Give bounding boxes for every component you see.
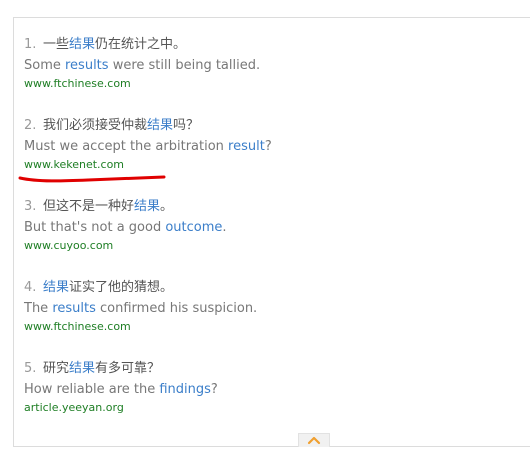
en-highlight-term[interactable]: results [65, 58, 109, 73]
en-text: But that's not a good [24, 220, 166, 235]
example-number: 1. [24, 37, 37, 52]
zh-highlight-term[interactable]: 结果 [43, 280, 69, 295]
example-sentences-panel: 1. 一些结果仍在统计之中。 Some results were still be… [13, 17, 530, 447]
zh-text: 证实了他的猜想。 [69, 280, 174, 295]
zh-text: 但这不是一种好 [43, 199, 135, 214]
en-text: ? [210, 382, 218, 397]
zh-text: 有多可靠？ [95, 361, 161, 376]
example-source-link[interactable]: www.ftchinese.com [24, 77, 131, 90]
zh-text: 。 [160, 199, 174, 214]
en-text: The [24, 301, 53, 316]
en-text: confirmed his suspicion. [95, 301, 258, 316]
example-number: 2. [24, 118, 37, 133]
example-english-sentence: The results confirmed his suspicion. [24, 297, 257, 316]
en-text: How reliable are the [24, 382, 160, 397]
red-underline-mark [18, 175, 166, 183]
example-chinese-sentence: 5. 研究结果有多可靠？ [24, 357, 160, 376]
zh-highlight-term[interactable]: 结果 [69, 37, 95, 52]
zh-highlight-term[interactable]: 结果 [147, 118, 173, 133]
zh-text: 我们必须接受仲裁 [43, 118, 148, 133]
zh-highlight-term[interactable]: 结果 [134, 199, 160, 214]
zh-text: 吗？ [173, 118, 200, 133]
example-number: 5. [24, 361, 37, 376]
en-highlight-term[interactable]: outcome [165, 220, 222, 235]
example-number: 4. [24, 280, 37, 295]
example-english-sentence: Must we accept the arbitration result? [24, 135, 272, 154]
en-text: were still being tallied. [108, 58, 261, 73]
example-source-link[interactable]: www.ftchinese.com [24, 320, 131, 333]
en-text: ? [264, 139, 272, 154]
en-highlight-term[interactable]: result [228, 139, 265, 154]
example-source-link[interactable]: article.yeeyan.org [24, 401, 124, 414]
example-number: 3. [24, 199, 37, 214]
en-highlight-term[interactable]: results [52, 301, 96, 316]
example-chinese-sentence: 4. 结果证实了他的猜想。 [24, 276, 173, 295]
zh-text: 一些 [43, 37, 70, 52]
example-english-sentence: How reliable are the findings? [24, 378, 218, 397]
clipped-header [0, 0, 530, 6]
en-highlight-term[interactable]: findings [159, 382, 211, 397]
example-chinese-sentence: 1. 一些结果仍在统计之中。 [24, 33, 186, 52]
example-english-sentence: Some results were still being tallied. [24, 54, 260, 73]
zh-text: 研究 [43, 361, 70, 376]
example-chinese-sentence: 2. 我们必须接受仲裁结果吗？ [24, 114, 199, 133]
example-source-link[interactable]: www.cuyoo.com [24, 239, 113, 252]
chevron-up-icon [307, 436, 321, 445]
zh-highlight-term[interactable]: 结果 [69, 361, 95, 376]
en-text: Must we accept the arbitration [24, 139, 229, 154]
en-text: . [222, 220, 227, 235]
zh-text: 仍在统计之中。 [95, 37, 187, 52]
example-english-sentence: But that's not a good outcome. [24, 216, 227, 235]
en-text: Some [24, 58, 65, 73]
example-chinese-sentence: 3. 但这不是一种好结果。 [24, 195, 173, 214]
collapse-button[interactable] [298, 433, 330, 447]
